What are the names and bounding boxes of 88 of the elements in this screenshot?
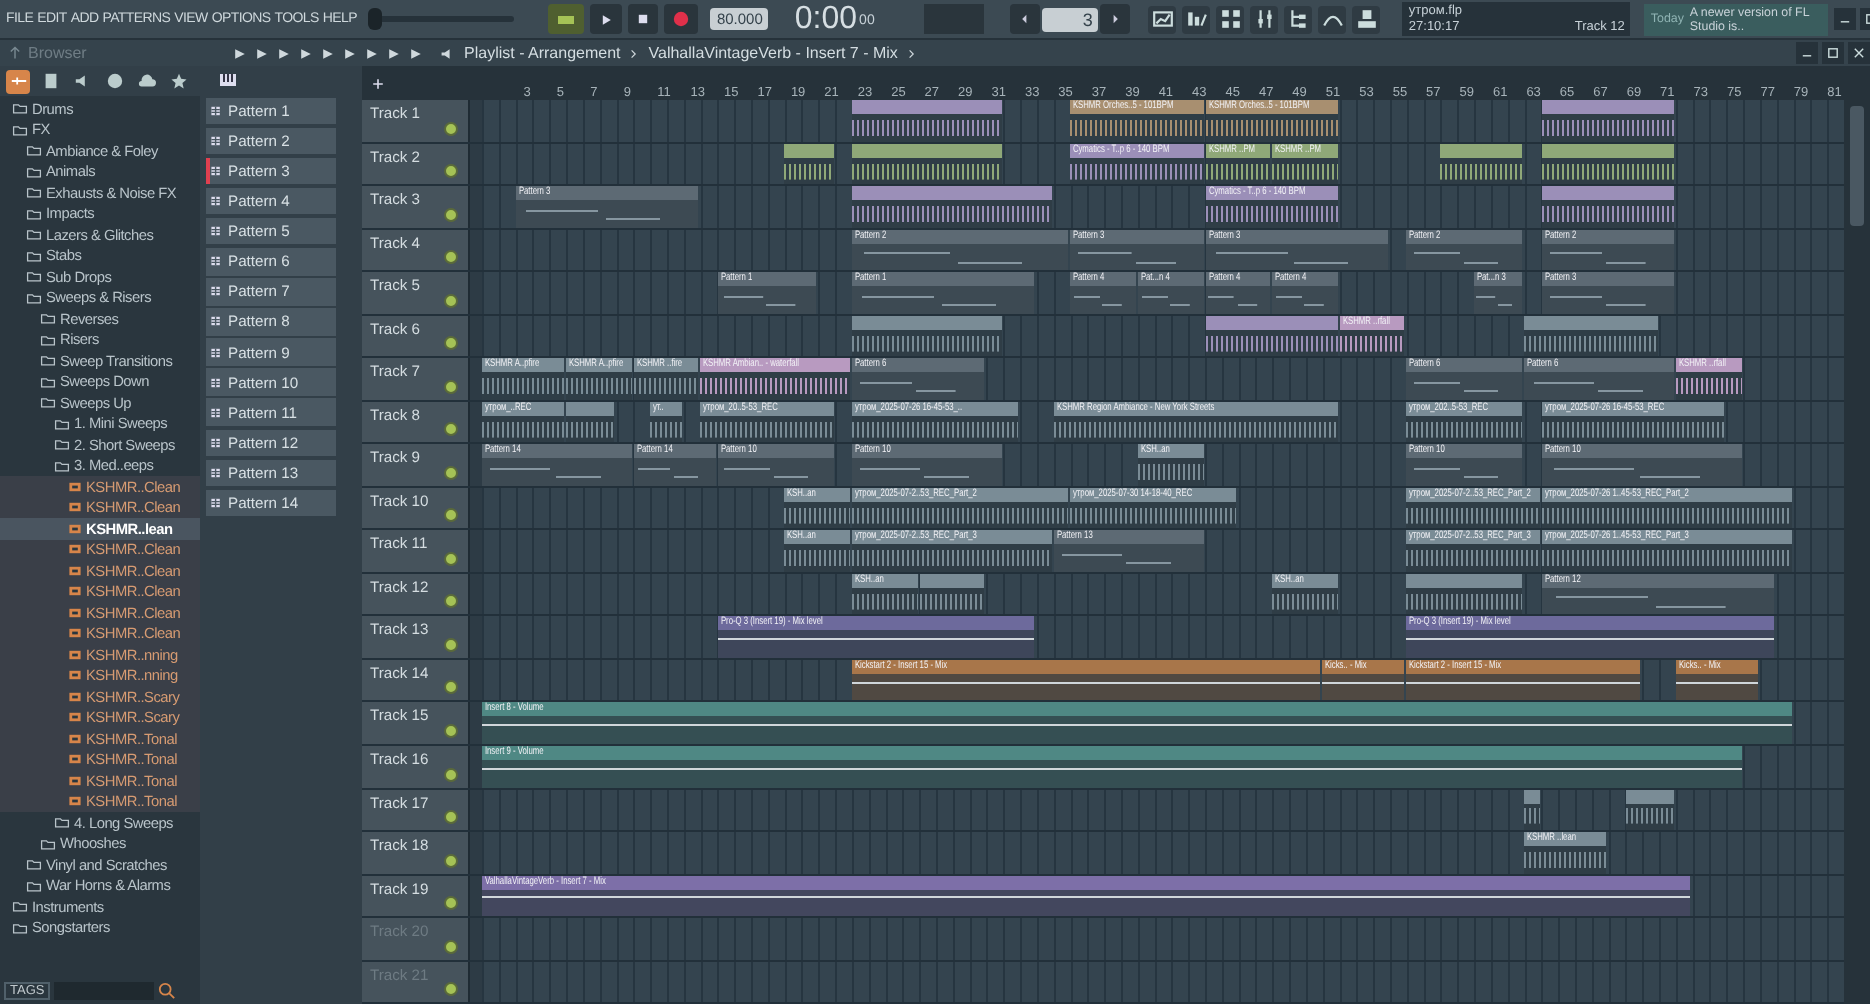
track-mute-dot[interactable] (444, 724, 458, 738)
track-mute-dot[interactable] (444, 121, 458, 136)
toolbar-button[interactable] (1216, 5, 1245, 33)
track-mute-dot[interactable] (444, 336, 458, 351)
bars-icon (1185, 8, 1208, 30)
track-mute-dot[interactable] (444, 767, 458, 782)
pattern-icon (210, 133, 224, 148)
breadcrumb-item[interactable]: ValhallaVintageVerb - Insert 7 - Mix (648, 44, 898, 62)
maximize-button[interactable] (1822, 42, 1844, 64)
automation-curve-drawing (1675, 673, 1758, 701)
plus-icon (370, 75, 386, 92)
track-mute-dot[interactable] (444, 250, 458, 265)
toolbar-button[interactable] (1250, 5, 1279, 33)
display-icon (1151, 8, 1174, 30)
grid-icon (1219, 8, 1242, 30)
track-mute-dot[interactable] (444, 594, 458, 609)
sliders-icon (1253, 8, 1276, 30)
plug-icon (9, 72, 27, 90)
next-pattern-button[interactable] (1100, 4, 1131, 34)
pattern-icon (210, 103, 224, 118)
pattern-icon (210, 345, 224, 360)
track-mute-dot[interactable] (444, 896, 458, 911)
tree-icon (1287, 8, 1310, 30)
vertical-scrollbar[interactable] (1844, 66, 1870, 1004)
track-mute-dot[interactable] (444, 853, 458, 868)
stamp-icon (1355, 8, 1378, 30)
cloud-icon (137, 72, 155, 90)
play-button[interactable] (590, 4, 623, 34)
document-icon (41, 72, 59, 90)
browser-tab[interactable] (6, 69, 30, 93)
star-icon (169, 72, 187, 90)
minimize-button[interactable] (1834, 8, 1857, 30)
pattern-icon (210, 163, 224, 178)
pattern-icon (210, 224, 224, 239)
pattern-icon (210, 194, 224, 209)
browser-title: Browser (28, 44, 87, 62)
pattern-icon (210, 254, 224, 269)
track-mute-dot[interactable] (444, 982, 458, 997)
pattern-selector[interactable]: 3 (1042, 7, 1099, 31)
song-mode-toggle[interactable] (548, 4, 585, 34)
previous-pattern-button[interactable] (1010, 4, 1041, 34)
close-button[interactable] (1848, 42, 1870, 64)
pattern-icon (210, 496, 224, 511)
close-icon (1852, 46, 1866, 60)
clip-header[interactable] (851, 100, 1002, 115)
disc-icon (105, 72, 123, 90)
track-mute-dot[interactable] (444, 551, 458, 566)
browser-tab[interactable] (102, 69, 126, 93)
record-icon (672, 10, 691, 28)
pattern-icon (210, 405, 224, 420)
track-mute-dot[interactable] (444, 379, 458, 394)
toolbar-button[interactable] (1148, 5, 1177, 33)
track-mute-dot[interactable] (444, 810, 458, 825)
up-arrow-icon (8, 46, 22, 60)
pattern-icon (210, 435, 224, 450)
clip-header[interactable] (1541, 186, 1674, 201)
track-mute-dot[interactable] (444, 422, 458, 437)
toolbar-button[interactable] (1318, 5, 1347, 33)
track-mute-dot[interactable] (444, 508, 458, 523)
search-icon (158, 981, 177, 999)
clip-header[interactable] (851, 186, 1052, 201)
track-mute-dot[interactable] (444, 680, 458, 695)
pattern-icon (210, 284, 224, 299)
track-mute-dot[interactable] (444, 637, 458, 652)
arrow-icon (232, 45, 248, 61)
pattern-icon (210, 314, 224, 329)
pattern-icon (210, 375, 224, 390)
track-mute-dot[interactable] (444, 293, 458, 308)
chevron-icon (905, 47, 918, 59)
stop-icon (636, 12, 651, 26)
stop-button[interactable] (628, 4, 659, 34)
clip-header[interactable] (1541, 100, 1674, 115)
chevron-icon (628, 47, 641, 59)
track-mute-dot[interactable] (444, 207, 458, 222)
minimize-button[interactable] (1796, 42, 1818, 64)
maximize-icon (1826, 46, 1840, 60)
track-mute-dot[interactable] (444, 939, 458, 954)
toolbar-button[interactable] (1352, 5, 1381, 33)
toolbar-button[interactable] (1284, 5, 1313, 33)
right-arrow-icon (1108, 12, 1123, 26)
toolbar-button[interactable] (1182, 5, 1211, 33)
song-time: 0:00 (794, 2, 858, 36)
breadcrumb-item[interactable]: Playlist - Arrangement (464, 44, 621, 62)
browser-tab[interactable] (166, 69, 190, 93)
track-mute-dot[interactable] (444, 164, 458, 179)
play-icon (598, 11, 615, 27)
pattern-icon (210, 465, 224, 480)
track-mute-dot[interactable] (444, 465, 458, 480)
